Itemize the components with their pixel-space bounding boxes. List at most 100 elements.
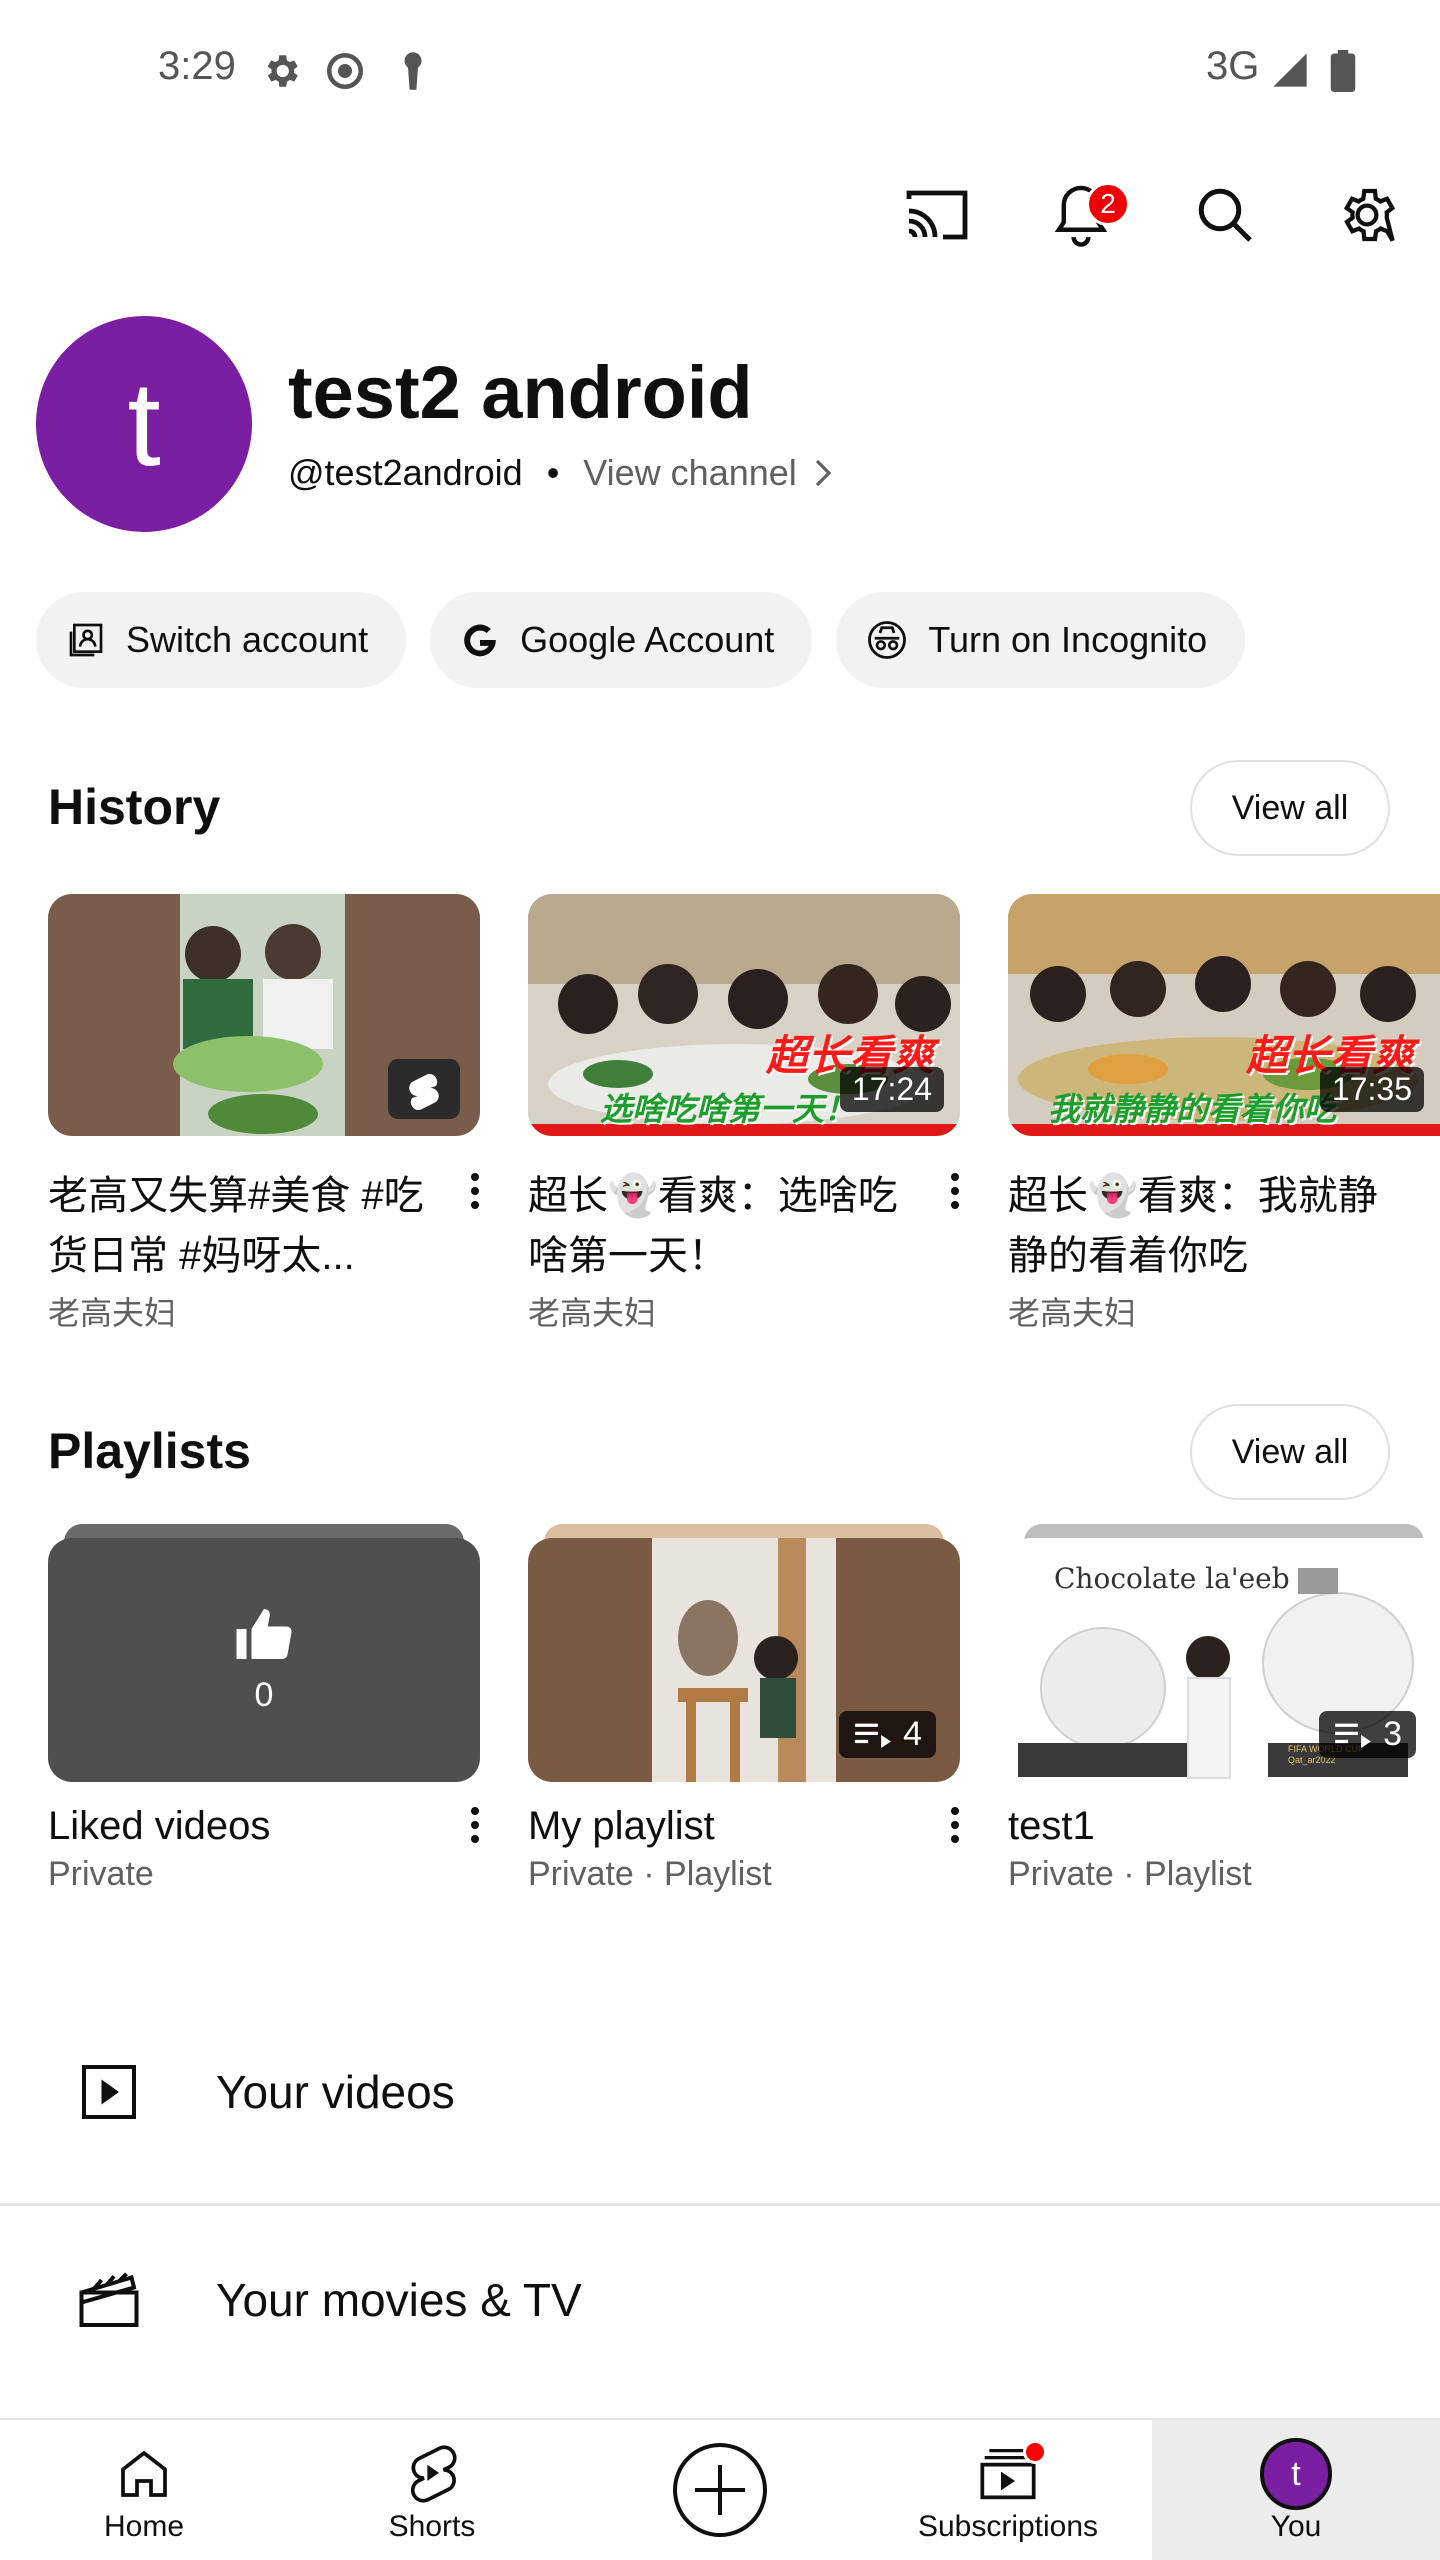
history-item[interactable]: 超长看爽 选啥吃啥第一天！ 17:24 超长👻看爽：选啥吃啥第一天！ 老高夫妇 xyxy=(528,894,960,1334)
plus-circle-icon xyxy=(670,2440,770,2548)
your-videos-row[interactable]: Your videos xyxy=(0,1992,1440,2192)
create-button[interactable] xyxy=(620,2420,820,2560)
gear-icon xyxy=(1343,188,1396,242)
playlist-thumbnail[interactable]: Chocolate la'eeb FIFA WORLD CUP Qat_ar20… xyxy=(1008,1524,1440,1782)
google-account-chip[interactable]: Google Account xyxy=(430,592,813,688)
video-thumbnail[interactable]: 超长看爽 我就静静的看着你吃 17:35 xyxy=(1008,894,1440,1136)
incognito-label: Turn on Incognito xyxy=(928,619,1208,660)
nav-home-label: Home xyxy=(103,2510,185,2543)
separator-dot: • xyxy=(546,452,560,493)
more-options-button[interactable] xyxy=(940,1800,970,1850)
status-bar: 3:29 3G xyxy=(0,0,1440,140)
chevron-right-icon xyxy=(815,459,832,487)
profile-avatar[interactable]: t xyxy=(36,316,252,532)
home-icon xyxy=(116,2438,172,2510)
battery-icon xyxy=(1330,50,1356,97)
nav-you[interactable]: t You xyxy=(1152,2420,1440,2560)
search-button[interactable] xyxy=(1180,170,1270,260)
incognito-icon xyxy=(868,621,907,659)
cast-icon xyxy=(906,190,968,240)
nav-shorts-label: Shorts xyxy=(388,2510,476,2543)
cast-button[interactable] xyxy=(892,170,982,260)
clapperboard-icon xyxy=(74,2265,144,2335)
history-title: History xyxy=(48,779,221,835)
settings-status-icon xyxy=(260,50,302,97)
history-item[interactable]: 老高又失算#美食 #吃货日常 #妈呀太... 老高夫妇 xyxy=(48,894,480,1334)
your-movies-row[interactable]: Your movies & TV xyxy=(0,2200,1440,2400)
profile-subline: @test2android • View channel xyxy=(288,452,833,494)
your-videos-label: Your videos xyxy=(216,2066,455,2118)
switch-account-icon xyxy=(69,623,103,657)
notifications-button[interactable]: 2 xyxy=(1036,170,1130,260)
playlist-item[interactable]: 0 Liked videos Private xyxy=(48,1524,480,1894)
settings-button[interactable] xyxy=(1322,170,1412,260)
shorts-icon xyxy=(404,2438,460,2510)
account-chips: Switch account Google Account Turn on In… xyxy=(36,592,1246,688)
view-channel-label: View channel xyxy=(583,452,797,493)
video-title[interactable]: 超长👻看爽：选啥吃啥第一天！ xyxy=(528,1166,908,1286)
liked-count: 0 xyxy=(254,1675,274,1714)
video-thumbnail[interactable] xyxy=(48,894,480,1136)
playlist-title[interactable]: My playlist xyxy=(528,1804,960,1849)
incognito-chip[interactable]: Turn on Incognito xyxy=(836,592,1246,688)
playlist-count-badge: 4 xyxy=(839,1711,936,1758)
view-channel-link[interactable]: View channel xyxy=(583,452,833,494)
video-channel: 老高夫妇 xyxy=(1008,1295,1137,1331)
nav-you-label: You xyxy=(1270,2510,1322,2543)
playlist-subtitle: Private · Playlist xyxy=(1008,1855,1252,1893)
playlist-subtitle: Private · Playlist xyxy=(528,1855,772,1893)
playlists-title: Playlists xyxy=(48,1423,251,1479)
playlist-thumbnail[interactable]: 0 xyxy=(48,1524,480,1782)
playlist-title[interactable]: test1 xyxy=(1008,1804,1440,1849)
new-content-dot xyxy=(1023,2440,1047,2464)
playlist-title[interactable]: Liked videos xyxy=(48,1804,480,1849)
thumbs-up-icon xyxy=(236,1608,292,1659)
nav-subscriptions-label: Subscriptions xyxy=(917,2510,1099,2543)
switch-account-label: Switch account xyxy=(126,619,369,660)
search-icon xyxy=(1198,188,1252,242)
history-view-all-button[interactable]: View all xyxy=(1190,760,1390,856)
playlist-count-badge: 3 xyxy=(1319,1711,1416,1758)
target-status-icon xyxy=(324,50,366,97)
thumbnail-caption: Chocolate la'eeb xyxy=(1054,1562,1290,1595)
subscriptions-icon xyxy=(977,2438,1047,2510)
playlist-subtitle: Private xyxy=(48,1855,154,1893)
playlist-thumbnail[interactable]: 4 xyxy=(528,1524,960,1782)
profile-name: test2 android xyxy=(288,351,753,434)
play-square-icon xyxy=(74,2057,144,2127)
profile-handle: @test2android xyxy=(288,452,523,493)
video-channel: 老高夫妇 xyxy=(48,1295,177,1331)
playlist-icon xyxy=(1335,1723,1371,1748)
notification-badge: 2 xyxy=(1086,182,1130,226)
video-title[interactable]: 超长👻看爽：我就静静的看着你吃 xyxy=(1008,1166,1388,1286)
video-duration: 17:24 xyxy=(839,1067,944,1112)
playlist-item[interactable]: Chocolate la'eeb FIFA WORLD CUP Qat_ar20… xyxy=(1008,1524,1440,1894)
history-item[interactable]: 超长看爽 我就静静的看着你吃 17:35 超长👻看爽：我就静静的看着你吃 老高夫… xyxy=(1008,894,1440,1334)
video-title[interactable]: 老高又失算#美食 #吃货日常 #妈呀太... xyxy=(48,1166,428,1286)
shorts-badge-icon xyxy=(400,1070,448,1115)
nav-shorts[interactable]: Shorts xyxy=(332,2420,532,2560)
playlists-view-all-button[interactable]: View all xyxy=(1190,1404,1390,1500)
network-label: 3G xyxy=(1206,44,1260,88)
playlist-icon xyxy=(855,1723,891,1748)
status-time: 3:29 xyxy=(158,44,236,88)
playlist-count: 4 xyxy=(903,1715,922,1753)
google-account-label: Google Account xyxy=(520,619,775,660)
key-status-icon xyxy=(396,50,430,97)
playlist-item[interactable]: 4 My playlist Private · Playlist xyxy=(528,1524,960,1894)
more-options-button[interactable] xyxy=(460,1166,490,1216)
playlist-count: 3 xyxy=(1383,1715,1402,1753)
video-thumbnail[interactable]: 超长看爽 选啥吃啥第一天！ 17:24 xyxy=(528,894,960,1136)
your-movies-label: Your movies & TV xyxy=(216,2274,582,2326)
more-options-button[interactable] xyxy=(940,1166,970,1216)
signal-icon xyxy=(1270,50,1310,95)
more-options-button[interactable] xyxy=(460,1800,490,1850)
nav-subscriptions[interactable]: Subscriptions xyxy=(888,2420,1128,2560)
thumbnail-overlay-text: 我就静静的看着你吃 xyxy=(1048,1091,1337,1127)
switch-account-chip[interactable]: Switch account xyxy=(36,592,407,688)
google-g-icon xyxy=(464,624,496,657)
video-duration: 17:35 xyxy=(1319,1067,1424,1112)
top-action-bar: 2 xyxy=(0,160,1440,260)
bottom-navigation: Home Shorts Subscriptions t You xyxy=(0,2418,1440,2560)
nav-home[interactable]: Home xyxy=(44,2420,244,2560)
